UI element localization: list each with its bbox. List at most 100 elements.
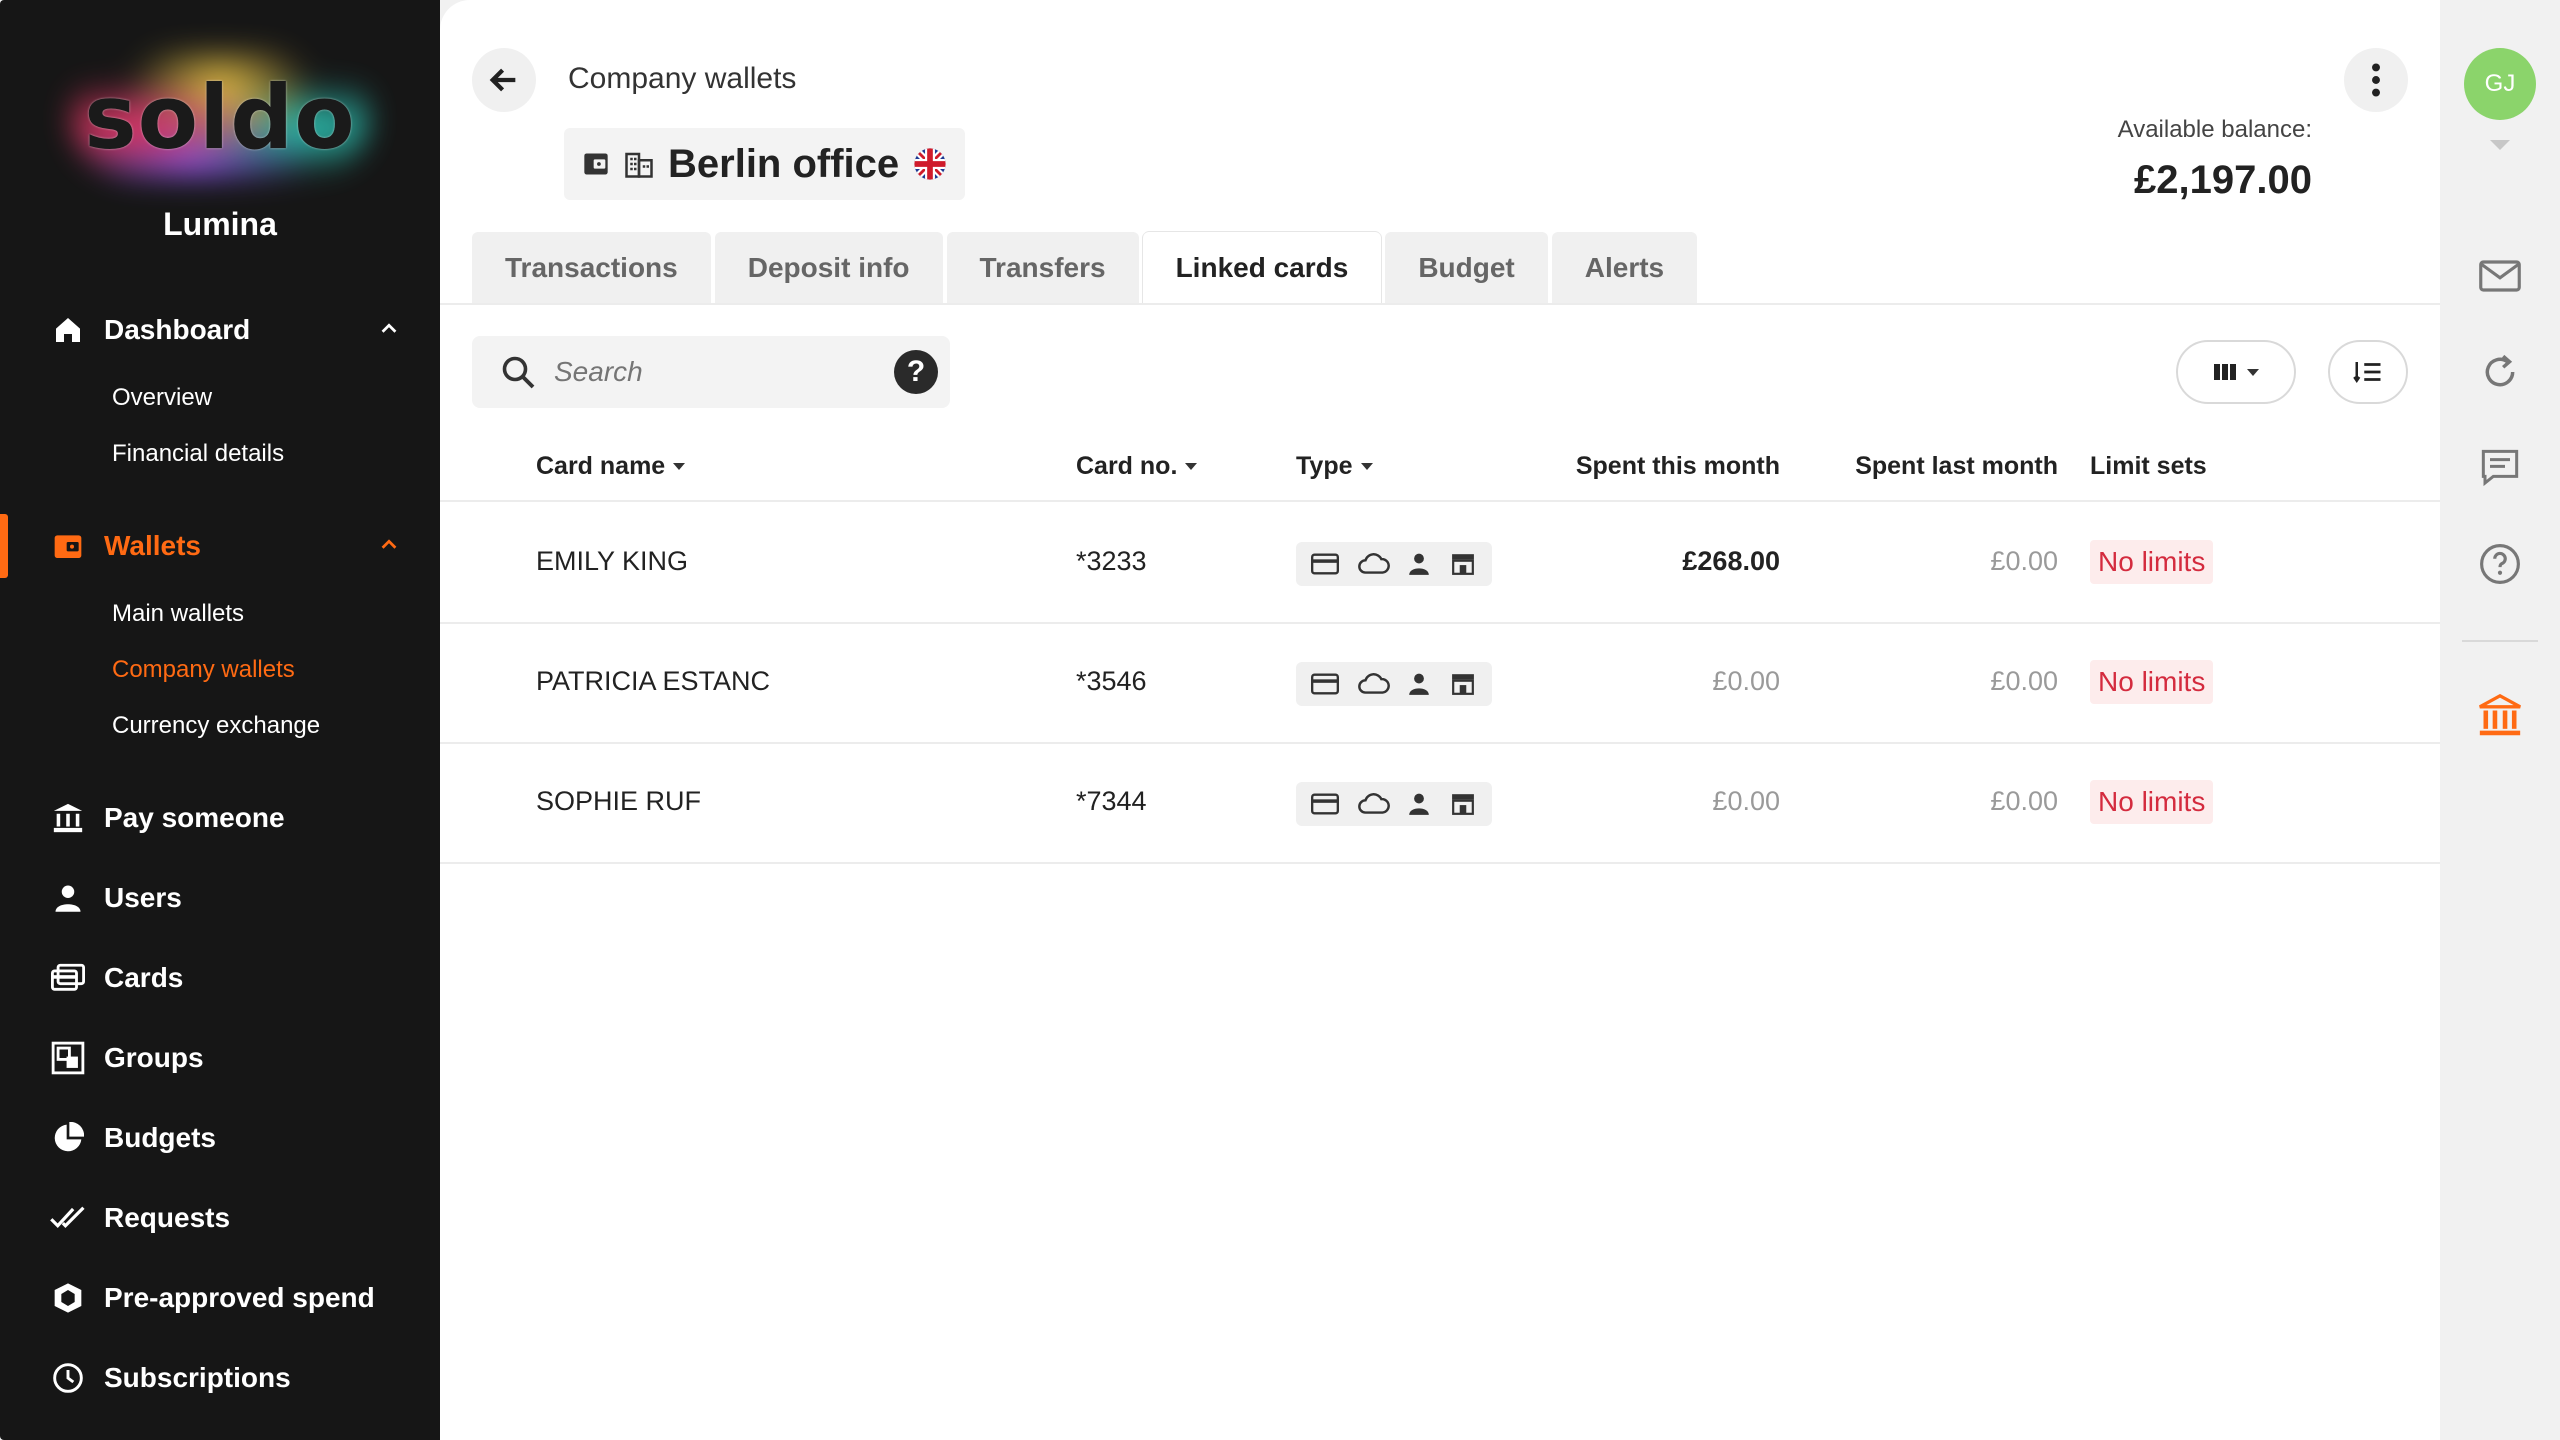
- col-spent-this-month: Spent this month: [1575, 452, 1780, 480]
- nav-sub-financial-details[interactable]: Financial details: [0, 426, 440, 482]
- store-icon: [1451, 554, 1474, 575]
- nav-users-label: Users: [104, 882, 182, 913]
- card-name: SOPHIE RUF: [536, 786, 702, 816]
- col-type[interactable]: Type: [1296, 452, 1373, 481]
- table-row[interactable]: SOPHIE RUF *7344 £0.00 £0.00 No limits: [440, 744, 2440, 864]
- card-type-icons: [1296, 782, 1492, 826]
- nav-cards[interactable]: Cards: [0, 938, 440, 1018]
- sort-caret-icon: [1185, 463, 1198, 470]
- bank-transfer-icon: [50, 800, 86, 836]
- question-icon[interactable]: [2476, 540, 2524, 588]
- bank-icon[interactable]: [2476, 692, 2524, 740]
- org-name: Lumina: [163, 206, 277, 242]
- cloud-icon: [1357, 673, 1390, 694]
- store-icon: [1451, 674, 1474, 695]
- chevron-down-icon: [2247, 368, 2259, 376]
- wallet-title: Berlin office: [564, 128, 966, 200]
- shield-icon: [50, 1280, 86, 1316]
- person-icon: [1409, 673, 1430, 695]
- table-row[interactable]: EMILY KING *3233 £268.00 £0.00 No limits: [440, 504, 2440, 624]
- nav-budgets[interactable]: Budgets: [0, 1098, 440, 1178]
- main-nav: Dashboard Overview Financial details Wal…: [0, 290, 440, 1418]
- help-icon[interactable]: ?: [894, 350, 938, 394]
- chevron-down-icon[interactable]: [2490, 140, 2510, 150]
- chat-icon[interactable]: [2476, 444, 2524, 492]
- more-options-button[interactable]: [2344, 48, 2408, 112]
- tabs-divider: [440, 303, 2440, 305]
- spent-this-month: £0.00: [1712, 666, 1780, 696]
- card-icon: [1311, 553, 1340, 575]
- col-card-no[interactable]: Card no.: [1076, 452, 1198, 481]
- tab-transactions[interactable]: Transactions: [472, 232, 711, 304]
- rail-divider: [2462, 640, 2538, 642]
- limit-badge: No limits: [2090, 660, 2214, 704]
- nav-subscriptions[interactable]: Subscriptions: [0, 1338, 440, 1418]
- cloud-icon: [1357, 793, 1390, 814]
- groups-icon: [50, 1040, 86, 1076]
- arrow-left-icon: [489, 68, 516, 92]
- tab-deposit-info[interactable]: Deposit info: [714, 232, 943, 304]
- tab-budget[interactable]: Budget: [1385, 232, 1548, 304]
- tab-transfers[interactable]: Transfers: [946, 232, 1139, 304]
- columns-button[interactable]: [2176, 340, 2296, 404]
- spent-last-month: £0.00: [1990, 546, 2058, 576]
- nav-pay-someone-label: Pay someone: [104, 802, 285, 833]
- sort-caret-icon: [673, 463, 686, 470]
- col-card-no-label: Card no.: [1076, 452, 1178, 480]
- nav-groups[interactable]: Groups: [0, 1018, 440, 1098]
- search-input[interactable]: [554, 356, 884, 388]
- card-icon: [1311, 793, 1340, 815]
- balance-label: Available balance:: [2117, 116, 2312, 143]
- requests-icon: [50, 1200, 86, 1236]
- kebab-icon: [2372, 63, 2380, 97]
- table-header: Card name Card no. Type Spent this month…: [440, 432, 2440, 502]
- nav-sub-main-wallets[interactable]: Main wallets: [0, 586, 440, 642]
- nav-sub-overview[interactable]: Overview: [0, 370, 440, 426]
- breadcrumb[interactable]: Company wallets: [568, 62, 796, 96]
- chevron-up-icon[interactable]: [378, 318, 400, 340]
- nav-sub-currency-exchange[interactable]: Currency exchange: [0, 698, 440, 754]
- nav-pre-approved-spend-label: Pre-approved spend: [104, 1282, 375, 1313]
- nav-dashboard[interactable]: Dashboard: [0, 290, 440, 370]
- col-card-name-label: Card name: [536, 452, 666, 480]
- sort-button[interactable]: [2328, 340, 2408, 404]
- sidebar: soldo Lumina Dashboard Overview Financia…: [0, 0, 440, 1440]
- nav-requests[interactable]: Requests: [0, 1178, 440, 1258]
- sort-icon: [2353, 362, 2381, 384]
- cloud-icon: [1357, 553, 1390, 574]
- nav-requests-label: Requests: [104, 1202, 231, 1233]
- nav-users[interactable]: Users: [0, 858, 440, 938]
- chevron-up-icon[interactable]: [378, 534, 400, 556]
- cards-icon: [50, 960, 86, 996]
- nav-wallets-label: Wallets: [104, 530, 201, 561]
- nav-sub-company-wallets[interactable]: Company wallets: [0, 642, 440, 698]
- budget-icon: [50, 1120, 86, 1156]
- card-name: PATRICIA ESTANC: [536, 666, 771, 696]
- col-limit-sets: Limit sets: [2090, 452, 2207, 480]
- card-number: *3233: [1076, 546, 1147, 576]
- nav-budgets-label: Budgets: [104, 1122, 216, 1153]
- nav-wallets[interactable]: Wallets: [0, 506, 440, 586]
- balance-value: £2,197.00: [2134, 158, 2312, 202]
- tab-alerts[interactable]: Alerts: [1551, 232, 1698, 304]
- nav-pay-someone[interactable]: Pay someone: [0, 778, 440, 858]
- card-number: *3546: [1076, 666, 1147, 696]
- avatar[interactable]: GJ: [2464, 48, 2536, 120]
- wallet-tabs: Transactions Deposit info Transfers Link…: [472, 232, 1698, 304]
- main-panel: Company wallets Berlin office Available …: [440, 0, 2440, 1440]
- person-icon: [1409, 553, 1430, 575]
- col-card-name[interactable]: Card name: [536, 452, 686, 481]
- col-type-label: Type: [1296, 452, 1353, 480]
- tab-linked-cards[interactable]: Linked cards: [1142, 232, 1382, 304]
- person-icon: [1409, 793, 1430, 815]
- spent-last-month: £0.00: [1990, 786, 2058, 816]
- card-name: EMILY KING: [536, 546, 689, 576]
- wallet-icon: [584, 153, 608, 175]
- card-type-icons: [1296, 542, 1492, 586]
- back-button[interactable]: [472, 48, 536, 112]
- table-row[interactable]: PATRICIA ESTANC *3546 £0.00 £0.00 No lim…: [440, 624, 2440, 744]
- nav-pre-approved-spend[interactable]: Pre-approved spend: [0, 1258, 440, 1338]
- mail-icon[interactable]: [2476, 252, 2524, 300]
- card-number: *7344: [1076, 786, 1147, 816]
- refresh-icon[interactable]: [2476, 348, 2524, 396]
